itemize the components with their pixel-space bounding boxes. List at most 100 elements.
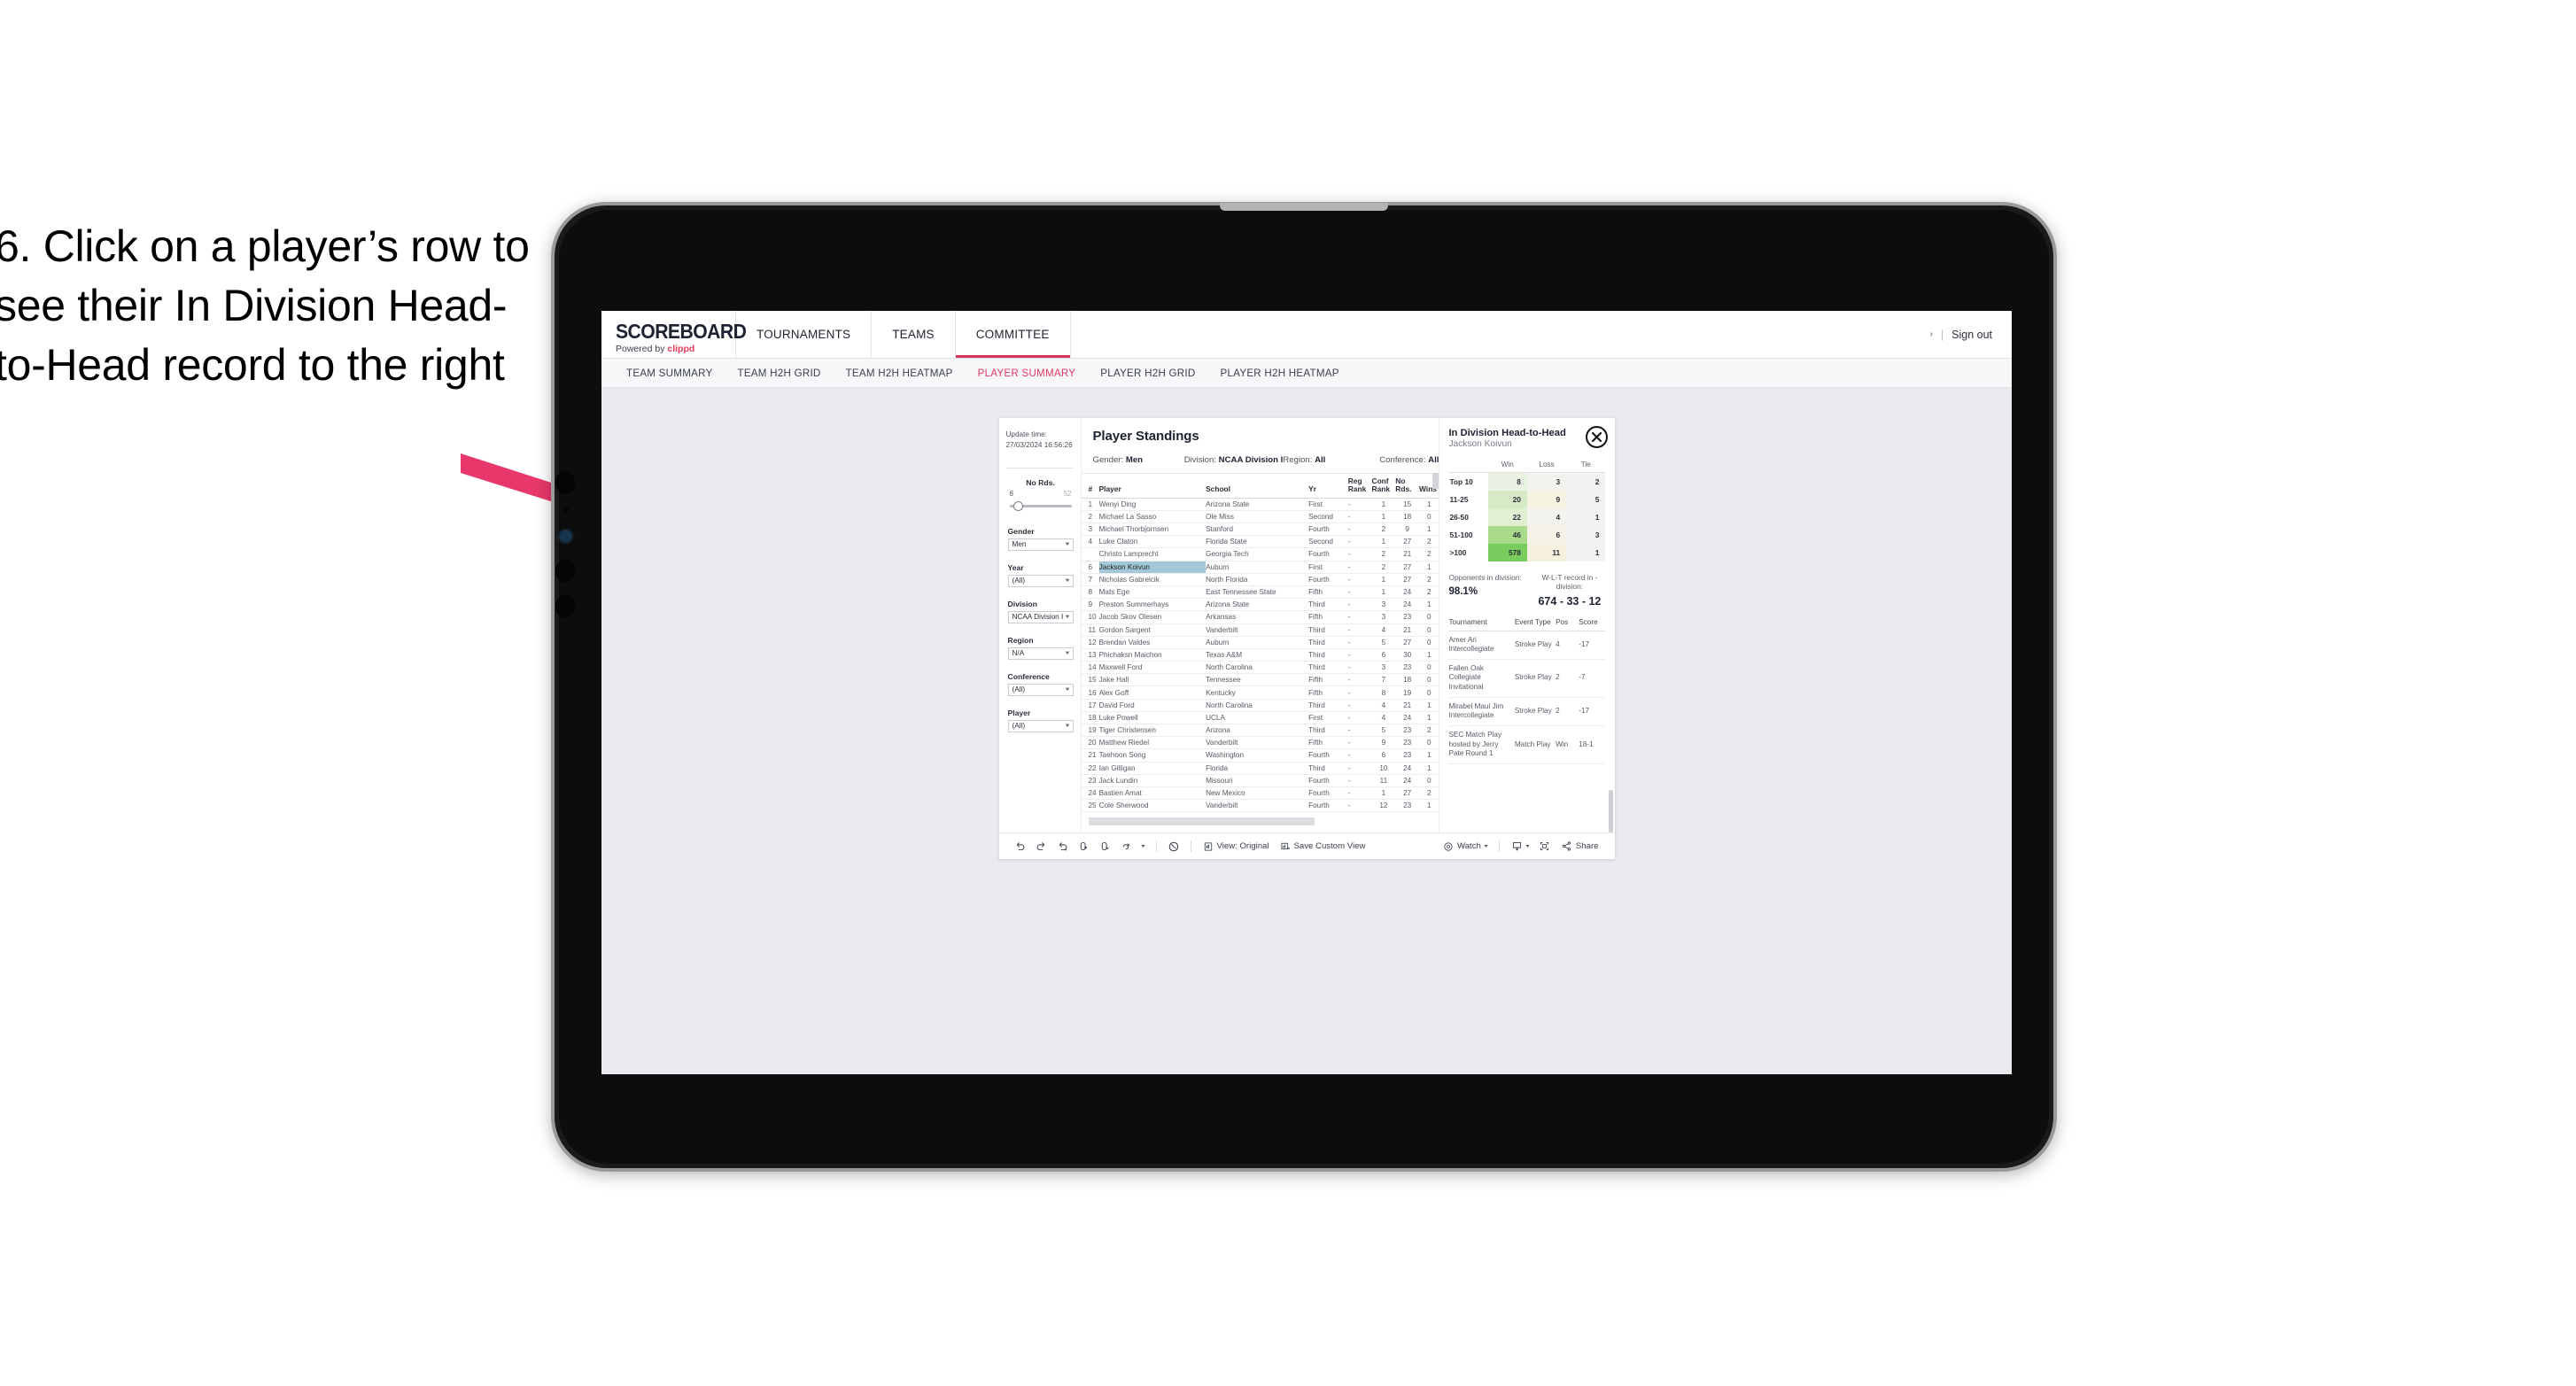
heatmap-cell-win[interactable]: 46 xyxy=(1487,525,1527,544)
revert-icon[interactable] xyxy=(1052,840,1074,852)
tournament-row[interactable]: Fallen Oak Collegiate Invitational Stroke… xyxy=(1448,659,1606,698)
year-select[interactable]: (All) ▼ xyxy=(1007,574,1074,587)
table-row[interactable]: 1 Wenyi Ding Arizona State First -1 15 1 xyxy=(1081,498,1439,511)
col-reg-rank[interactable]: Reg Rank xyxy=(1347,473,1372,499)
no-rds-slider[interactable] xyxy=(1009,500,1072,511)
tab-player-h2h-heatmap[interactable]: PLAYER H2H HEATMAP xyxy=(1208,368,1352,379)
tournament-row[interactable]: Amer Ari Intercollegiate Stroke Play 4 -17 xyxy=(1448,631,1606,660)
cell-event-type: Stroke Play xyxy=(1514,631,1556,660)
cell-wins: 1 xyxy=(1419,711,1439,725)
cell-rank: 11 xyxy=(1081,623,1099,637)
detail-vertical-scrollbar[interactable] xyxy=(1609,790,1614,832)
table-row[interactable]: 19 Tiger Christensen Arizona Third -5 23 2 xyxy=(1081,724,1439,738)
table-row[interactable]: 25 Cole Sherwood Vanderbilt Fourth -12 23 1 xyxy=(1081,799,1439,813)
heatmap-cell-win[interactable]: 578 xyxy=(1487,543,1527,561)
brand-title: SCOREBOARD xyxy=(616,319,747,343)
sign-out-button[interactable]: Sign out xyxy=(1951,329,1992,341)
player-select[interactable]: (All) ▼ xyxy=(1007,719,1074,732)
download-button[interactable]: ▾ xyxy=(1506,840,1534,852)
heatmap-cell-tie[interactable]: 5 xyxy=(1566,490,1606,508)
tournament-row[interactable]: Mirabel Maui Jim Intercollegiate Stroke P… xyxy=(1448,697,1606,727)
cell-conf-rank: 2 xyxy=(1371,523,1396,537)
conference-select[interactable]: (All) ▼ xyxy=(1007,683,1074,696)
col-yr[interactable]: Yr xyxy=(1308,473,1348,499)
cell-no-rds: 23 xyxy=(1395,610,1420,624)
table-row[interactable]: 13 Phichaksn Maichon Texas A&M Third -6 30 1 xyxy=(1081,648,1439,662)
table-row[interactable]: 10 Jacob Skov Olesen Arkansas Fifth -3 23 0 xyxy=(1081,610,1439,624)
heatmap-cell-win[interactable]: 20 xyxy=(1487,490,1527,508)
tournament-row[interactable]: SEC Match Play hosted by Jerry Pate Roun… xyxy=(1448,725,1606,765)
table-row[interactable]: 20 Matthew Riedel Vanderbilt Fifth -9 23 0 xyxy=(1081,736,1439,750)
redo-icon[interactable] xyxy=(1031,840,1052,852)
highlight-icon[interactable] xyxy=(1163,840,1184,853)
cell-tournament-name: Mirabel Maui Jim Intercollegiate xyxy=(1448,697,1515,727)
chevron-down-icon: ▼ xyxy=(1063,686,1071,693)
table-row[interactable]: 15 Jake Hall Tennessee Fifth -7 18 0 xyxy=(1081,673,1439,687)
standings-horizontal-scrollbar[interactable] xyxy=(1088,817,1315,826)
no-rds-slider-handle[interactable] xyxy=(1013,500,1023,511)
table-row[interactable]: 21 Taehoon Song Washington Fourth -6 23 1 xyxy=(1081,748,1439,763)
table-row[interactable]: 18 Luke Powell UCLA First -4 24 1 xyxy=(1081,711,1439,725)
pause-auto-update-icon[interactable] xyxy=(1095,840,1116,852)
heatmap-cell-loss[interactable]: 6 xyxy=(1526,525,1567,544)
heatmap-cell-tie[interactable]: 1 xyxy=(1566,543,1606,561)
table-row[interactable]: 17 David Ford North Carolina Third -4 21 1 xyxy=(1081,699,1439,712)
tab-team-h2h-grid[interactable]: TEAM H2H GRID xyxy=(725,368,833,379)
chevron-right-icon[interactable]: › xyxy=(1930,329,1933,339)
watch-button[interactable]: Watch ▾ xyxy=(1438,841,1493,852)
table-row[interactable]: 9 Preston Summerhays Arizona State Third -3 2… xyxy=(1081,598,1439,612)
view-original-button[interactable]: View: Original xyxy=(1198,841,1275,852)
table-row[interactable]: 11 Gordon Sargent Vanderbilt Third -4 21 0 xyxy=(1081,623,1439,637)
share-button[interactable]: Share xyxy=(1556,840,1604,852)
save-custom-view-button[interactable]: Save Custom View xyxy=(1275,841,1371,852)
cell-yr: Third xyxy=(1308,623,1348,637)
heatmap-cell-loss[interactable]: 3 xyxy=(1526,472,1567,491)
nav-teams[interactable]: TEAMS xyxy=(872,311,956,358)
heatmap-cell-tie[interactable]: 3 xyxy=(1566,525,1606,544)
heatmap-cell-win[interactable]: 22 xyxy=(1487,507,1527,526)
col-conf-rank[interactable]: Conf Rank xyxy=(1371,473,1396,499)
table-row[interactable]: 2 Michael La Sasso Ole Miss Second -1 18 0 xyxy=(1081,510,1439,524)
table-row[interactable]: 12 Brendan Valdes Auburn Third -5 27 0 xyxy=(1081,636,1439,649)
standings-vertical-scrollbar[interactable] xyxy=(1432,473,1439,489)
undo-icon[interactable] xyxy=(1010,840,1031,852)
heatmap-cell-loss[interactable]: 4 xyxy=(1526,507,1567,526)
col-no-rds[interactable]: No Rds. xyxy=(1395,473,1420,499)
tab-team-summary[interactable]: TEAM SUMMARY xyxy=(614,368,725,379)
cell-rank: 6 xyxy=(1081,561,1099,574)
table-row[interactable]: 16 Alex Goff Kentucky Fifth -8 19 0 xyxy=(1081,685,1439,700)
col-school[interactable]: School xyxy=(1206,473,1309,499)
table-row[interactable]: 6 Jackson Koivun Auburn First -2 27 1 xyxy=(1081,561,1439,574)
nav-tournaments[interactable]: TOURNAMENTS xyxy=(736,311,873,358)
gender-select[interactable]: Men ▼ xyxy=(1007,538,1074,551)
tab-player-h2h-grid[interactable]: PLAYER H2H GRID xyxy=(1088,368,1207,379)
table-row[interactable]: 14 Maxwell Ford North Carolina Third -3 23 0 xyxy=(1081,661,1439,675)
tab-player-summary[interactable]: PLAYER SUMMARY xyxy=(966,368,1089,379)
heatmap-cell-tie[interactable]: 1 xyxy=(1566,507,1606,526)
cell-tournament-name: SEC Match Play hosted by Jerry Pate Roun… xyxy=(1448,725,1515,765)
col-player[interactable]: Player xyxy=(1098,473,1207,499)
table-row[interactable]: Christo Lamprecht Georgia Tech Fourth -2 21 2 xyxy=(1081,547,1439,561)
table-row[interactable]: 3 Michael Thorbjornsen Stanford Fourth -2 9 1 xyxy=(1081,523,1439,537)
region-select[interactable]: N/A ▼ xyxy=(1007,647,1074,660)
table-row[interactable]: 4 Luke Claton Florida State Second -1 27 2 xyxy=(1081,535,1439,549)
nav-committee[interactable]: COMMITTEE xyxy=(956,311,1071,358)
heatmap-cell-loss[interactable]: 11 xyxy=(1526,543,1567,561)
pan-icon[interactable] xyxy=(1116,840,1137,852)
heatmap-cell-loss[interactable]: 9 xyxy=(1526,490,1567,508)
table-row[interactable]: 23 Jack Lundin Missouri Fourth -11 24 0 xyxy=(1081,774,1439,787)
cell-reg-rank: - xyxy=(1347,711,1372,725)
heatmap-cell-tie[interactable]: 2 xyxy=(1566,472,1606,491)
cell-conf-rank: 1 xyxy=(1371,786,1396,801)
pan-caret-icon[interactable]: ▾ xyxy=(1137,843,1150,849)
refresh-data-icon[interactable] xyxy=(1074,840,1095,852)
division-select[interactable]: NCAA Division I ▼ xyxy=(1007,610,1074,623)
table-row[interactable]: 24 Bastien Amat New Mexico Fourth -1 27 2 xyxy=(1081,786,1439,801)
fullscreen-icon[interactable] xyxy=(1534,840,1556,852)
table-row[interactable]: 7 Nicholas Gabrelcik North Florida Fourth -1… xyxy=(1081,573,1439,586)
col-rank[interactable]: # xyxy=(1081,473,1099,499)
tab-team-h2h-heatmap[interactable]: TEAM H2H HEATMAP xyxy=(834,368,966,379)
table-row[interactable]: 8 Mats Ege East Tennessee State Fifth -1 24 2 xyxy=(1081,585,1439,600)
heatmap-cell-win[interactable]: 8 xyxy=(1487,472,1527,491)
table-row[interactable]: 22 Ian Gilligan Florida Third -10 24 1 xyxy=(1081,762,1439,775)
